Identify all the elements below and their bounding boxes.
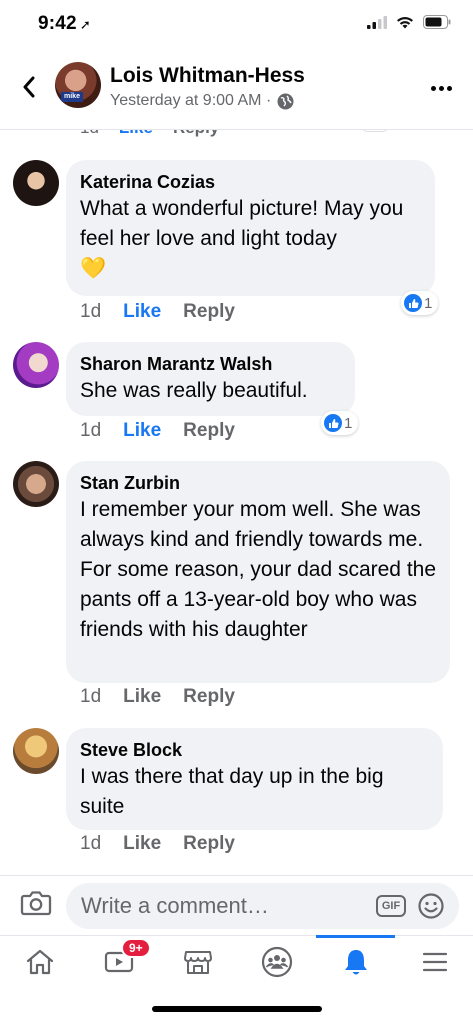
store-icon bbox=[183, 951, 212, 974]
watch-notification-badge: 9+ bbox=[121, 938, 151, 958]
comment-bubble: Sharon Marantz Walsh She was really beau… bbox=[66, 342, 355, 416]
author-avatar[interactable]: mike bbox=[55, 62, 101, 108]
comment-author[interactable]: Steve Block bbox=[80, 738, 429, 762]
like-button[interactable]: Like bbox=[123, 833, 161, 855]
comment: Katerina Cozias What a wonderful picture… bbox=[0, 160, 473, 330]
globe-icon bbox=[277, 93, 294, 109]
comment-actions: 1d Like Reply bbox=[80, 301, 235, 323]
reaction-count: 1 bbox=[344, 414, 353, 432]
comment: Stan Zurbin I remember your mom well. Sh… bbox=[0, 461, 473, 716]
more-dot bbox=[439, 85, 444, 91]
tab-notifications[interactable] bbox=[316, 935, 395, 988]
reaction-summary[interactable]: 1 bbox=[401, 291, 439, 315]
more-options-button[interactable] bbox=[431, 78, 455, 98]
battery-icon bbox=[423, 15, 451, 29]
comment-age: 1d bbox=[80, 420, 102, 441]
camera-button[interactable] bbox=[20, 889, 52, 922]
comment-author[interactable]: Stan Zurbin bbox=[80, 471, 436, 495]
emoji-button[interactable] bbox=[418, 893, 444, 924]
comment: Sharon Marantz Walsh She was really beau… bbox=[0, 342, 473, 447]
thumbs-up-icon bbox=[324, 414, 342, 432]
thumbs-up-icon bbox=[404, 294, 422, 312]
reaction-summary[interactable]: 1 bbox=[321, 411, 359, 435]
wifi-icon bbox=[397, 16, 413, 28]
commenter-avatar[interactable] bbox=[13, 160, 59, 206]
bell-icon bbox=[344, 950, 367, 975]
more-dot bbox=[431, 85, 436, 91]
comment-age: 1d bbox=[80, 686, 102, 707]
commenter-avatar[interactable] bbox=[13, 342, 59, 388]
gif-button[interactable]: GIF bbox=[376, 895, 406, 917]
cellular-signal-icon bbox=[367, 15, 387, 29]
comment-text: What a wonderful picture! May you feel h… bbox=[80, 194, 421, 284]
comment-actions: 1d Like Reply bbox=[80, 420, 235, 442]
commenter-avatar[interactable] bbox=[13, 728, 59, 774]
comment-text: She was really beautiful. bbox=[80, 379, 308, 402]
comment-age: 1d bbox=[80, 301, 102, 322]
comment-bubble: Steve Block I was there that day up in t… bbox=[66, 728, 443, 830]
commenter-avatar[interactable] bbox=[13, 461, 59, 507]
tab-home[interactable] bbox=[0, 936, 79, 988]
comment-composer: GIF bbox=[0, 875, 473, 935]
comment-author[interactable]: Katerina Cozias bbox=[80, 170, 421, 194]
more-dot bbox=[447, 85, 452, 91]
comment-text: I remember your mom well. She was always… bbox=[80, 498, 437, 641]
tab-menu[interactable] bbox=[395, 936, 473, 988]
like-button[interactable]: Like bbox=[123, 686, 161, 708]
comment-text-body: What a wonderful picture! May you feel h… bbox=[80, 197, 404, 250]
comment-text: I was there that day up in the big suite bbox=[80, 765, 384, 818]
reply-button[interactable]: Reply bbox=[183, 833, 235, 855]
camera-icon bbox=[20, 891, 52, 916]
location-arrow-icon: ➚ bbox=[79, 17, 91, 32]
back-button[interactable] bbox=[14, 72, 44, 102]
comment-actions: 1d Like Reply bbox=[80, 686, 235, 708]
status-icons bbox=[367, 15, 451, 29]
tab-groups[interactable] bbox=[237, 936, 316, 988]
post-timestamp: Yesterday at 9:00 AM · bbox=[110, 92, 294, 110]
chevron-left-icon bbox=[23, 76, 35, 98]
comment: Steve Block I was there that day up in t… bbox=[0, 728, 473, 863]
smiley-icon bbox=[418, 893, 444, 919]
like-button[interactable]: Like bbox=[123, 301, 161, 323]
groups-icon bbox=[261, 946, 292, 978]
comment-bubble: Stan Zurbin I remember your mom well. Sh… bbox=[66, 461, 450, 683]
avatar-badge: mike bbox=[61, 92, 83, 102]
hamburger-icon bbox=[422, 952, 447, 972]
tab-marketplace[interactable] bbox=[158, 936, 237, 988]
home-icon bbox=[26, 949, 53, 975]
reply-button[interactable]: Reply bbox=[183, 420, 235, 442]
comment-actions: 1d Like Reply bbox=[80, 833, 235, 855]
tab-watch[interactable]: 9+ bbox=[79, 936, 158, 988]
yellow-heart-emoji: 💛 bbox=[80, 257, 107, 280]
clock-text: 9:42 bbox=[38, 13, 77, 34]
reply-button[interactable]: Reply bbox=[183, 686, 235, 708]
comment-author[interactable]: Sharon Marantz Walsh bbox=[80, 352, 341, 376]
status-bar: 9:42 ➚ bbox=[0, 0, 473, 50]
home-indicator[interactable] bbox=[152, 1006, 322, 1012]
timestamp-text: Yesterday at 9:00 AM · bbox=[110, 92, 272, 109]
reply-button[interactable]: Reply bbox=[183, 301, 235, 323]
reaction-count: 1 bbox=[424, 294, 433, 312]
post-header: mike Lois Whitman-Hess Yesterday at 9:00… bbox=[0, 50, 473, 130]
post-author-name[interactable]: Lois Whitman-Hess bbox=[110, 64, 305, 88]
comment-age: 1d bbox=[80, 833, 102, 854]
like-button[interactable]: Like bbox=[123, 420, 161, 442]
comment-bubble: Katerina Cozias What a wonderful picture… bbox=[66, 160, 435, 296]
status-time: 9:42 ➚ bbox=[38, 13, 91, 35]
